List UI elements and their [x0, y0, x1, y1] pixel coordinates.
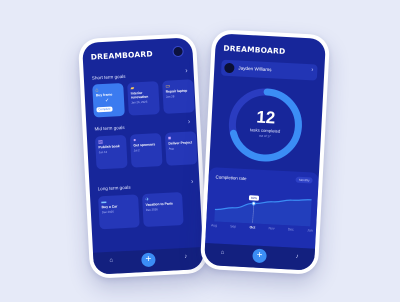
month-label-sep[interactable]: Sep	[226, 224, 240, 229]
add-button[interactable]: +	[141, 252, 156, 268]
month-label-nov[interactable]: Nov	[265, 226, 279, 231]
home-icon[interactable]: ⌂	[221, 250, 225, 256]
user-selector[interactable]: Jayden Williams ›	[220, 59, 318, 81]
short-term-chevron-icon[interactable]: ›	[185, 68, 188, 75]
phone-right: DREAMBOARD Jayden Williams › 12 tasks co…	[199, 29, 331, 275]
home-icon[interactable]: ⌂	[109, 258, 113, 264]
bell-icon[interactable]: ♪	[295, 254, 298, 260]
month-label-aug[interactable]: Aug	[207, 223, 221, 228]
goal-title: Interior renovation	[130, 90, 149, 100]
app-logo: DREAMBOARD	[90, 49, 153, 62]
mid-term-title: Mid term goals	[94, 124, 125, 132]
phone-left: DREAMBOARD Short term goals › ⌂ Buy fram…	[77, 33, 209, 279]
month-label-oct[interactable]: Oct	[245, 225, 259, 230]
completion-chart: 60%	[214, 195, 312, 227]
goal-date: Dec 2026	[145, 207, 158, 212]
goal-date: Aug	[168, 146, 174, 151]
month-label-dec[interactable]: Dec	[284, 227, 298, 232]
user-name: Jayden Williams	[238, 65, 272, 73]
goal-date: Jan 28	[165, 94, 175, 99]
bottom-nav: ⌂ + ♪	[92, 246, 204, 275]
goal-card-laptop[interactable]: ▭ Repair laptop Jan 28	[162, 79, 195, 114]
chart-area	[214, 199, 312, 227]
progress-screen: DREAMBOARD Jayden Williams › 12 tasks co…	[204, 33, 326, 271]
goal-card-publish-book[interactable]: ▤ Publish book Jun 12	[94, 134, 128, 170]
app-logo: DREAMBOARD	[223, 43, 286, 56]
goal-date: Jan 26, 2025	[131, 99, 148, 105]
goal-date: Jun 12	[98, 149, 108, 155]
goal-card-project[interactable]: ■ Deliver Project Aug	[164, 131, 198, 166]
period-dropdown[interactable]: Monthly	[295, 176, 313, 184]
goals-screen: DREAMBOARD Short term goals › ⌂ Buy fram…	[82, 37, 204, 275]
month-label-jan[interactable]: Jan	[303, 228, 317, 233]
goal-card-sponsors[interactable]: ● Get sponsors Jul 2	[129, 133, 163, 168]
goal-card-buy-frame[interactable]: ⌂ Buy frame ✓ Complete	[92, 82, 125, 118]
mid-term-chevron-icon[interactable]: ›	[188, 118, 191, 125]
goal-title: Buy frame	[95, 92, 113, 98]
tasks-progress-ring: 12 tasks completed out of 17	[224, 84, 306, 166]
goal-date: Jul 2	[133, 148, 140, 153]
bottom-nav: ⌂ + ♪	[204, 242, 316, 271]
chart-point-selected[interactable]	[251, 201, 256, 206]
goal-card-paris[interactable]: ✈ Vacation to Paris Dec 2026	[141, 192, 184, 228]
completion-rate-card: Completion rate Monthly 60% Aug Sep Oct Nov…	[205, 167, 319, 249]
showcase-stage: DREAMBOARD Short term goals › ⌂ Buy fram…	[0, 0, 400, 302]
chart-title: Completion rate	[215, 174, 247, 182]
goal-card-interior[interactable]: ▰ Interior renovation Jan 26, 2025	[127, 81, 160, 116]
avatar[interactable]	[172, 45, 184, 58]
short-term-title: Short term goals	[91, 73, 126, 81]
bell-icon[interactable]: ♪	[184, 254, 187, 260]
check-icon: ✓	[104, 97, 110, 104]
goal-date: Dec 2026	[101, 209, 114, 215]
avatar	[224, 62, 235, 74]
chevron-right-icon: ›	[311, 67, 314, 74]
chart-tooltip-label: 60%	[251, 196, 258, 200]
add-button[interactable]: +	[252, 248, 267, 264]
status-badge: Complete	[96, 106, 113, 112]
goal-card-car[interactable]: ▬ Buy a Car Dec 2026	[98, 194, 140, 230]
long-term-chevron-icon[interactable]: ›	[191, 178, 194, 185]
long-term-title: Long term goals	[97, 184, 131, 192]
